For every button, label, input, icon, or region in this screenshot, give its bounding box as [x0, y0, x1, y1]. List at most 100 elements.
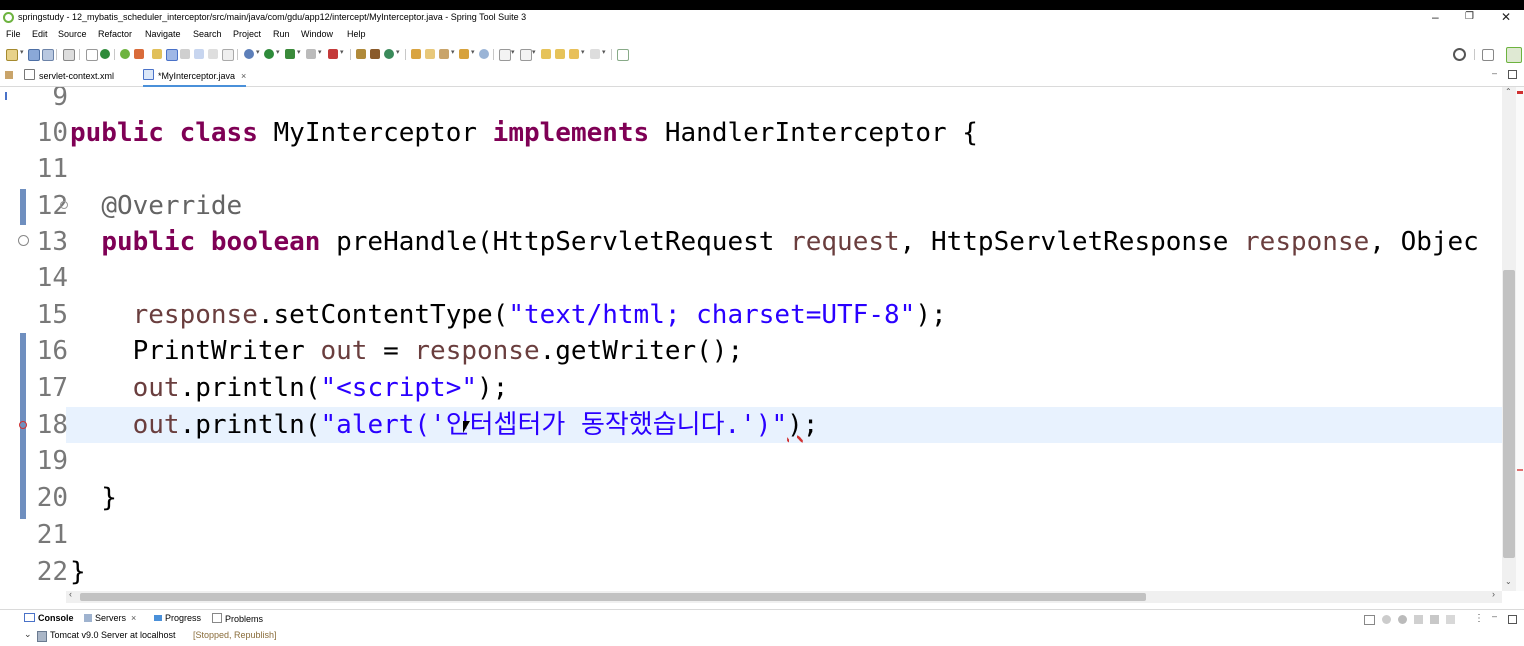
horizontal-scroll-thumb[interactable] — [80, 593, 1146, 601]
search-dropdown-icon[interactable]: ▾ — [451, 48, 455, 56]
open-task-icon[interactable] — [425, 49, 435, 59]
open-type-icon[interactable] — [411, 49, 421, 59]
start-server-panel-icon[interactable] — [1398, 615, 1407, 624]
last-edit-location-icon[interactable] — [541, 49, 551, 59]
close-button[interactable]: ✕ — [1501, 10, 1511, 24]
tab-servlet-context[interactable]: servlet-context.xml — [24, 69, 114, 85]
spring-perspective-icon[interactable] — [1506, 47, 1522, 63]
run-dropdown-icon[interactable]: ▾ — [276, 48, 280, 56]
menu-window[interactable]: Window — [301, 29, 333, 39]
scroll-down-icon[interactable]: ⌄ — [1505, 577, 1512, 586]
new-java-project-icon[interactable] — [356, 49, 366, 59]
menu-file[interactable]: File — [6, 29, 21, 39]
debug-dropdown-icon[interactable]: ▾ — [256, 48, 260, 56]
start-server-icon[interactable] — [100, 49, 110, 59]
error-overview-mark[interactable] — [1517, 469, 1523, 471]
boot-dashboard-icon[interactable] — [152, 49, 162, 59]
maximize-button[interactable]: ❐ — [1465, 11, 1474, 22]
terminal-icon[interactable] — [63, 49, 75, 61]
tab-myinterceptor[interactable]: *MyInterceptor.java × — [143, 69, 247, 87]
menu-run[interactable]: Run — [273, 29, 290, 39]
back-icon[interactable] — [569, 49, 579, 59]
spring-icon[interactable] — [120, 49, 130, 59]
open-perspective-icon[interactable] — [459, 49, 469, 59]
next-edit-location-icon[interactable] — [555, 49, 565, 59]
word-wrap-icon[interactable] — [208, 49, 218, 59]
next-annotation-dropdown-icon[interactable]: ▾ — [511, 48, 515, 56]
maximize-panel-icon[interactable] — [1508, 615, 1517, 624]
stop-icon[interactable] — [306, 49, 316, 59]
close-tab-icon[interactable]: × — [241, 71, 246, 81]
new-class-dropdown-icon[interactable]: ▾ — [396, 48, 400, 56]
new-class-icon[interactable] — [384, 49, 394, 59]
scroll-right-icon[interactable]: › — [1492, 589, 1495, 599]
profile-server-icon[interactable] — [1414, 615, 1423, 624]
horizontal-scrollbar[interactable]: ‹ › — [66, 589, 1502, 603]
stop-dropdown-icon[interactable]: ▾ — [318, 48, 322, 56]
scroll-up-icon[interactable]: ⌃ — [1505, 87, 1512, 96]
server-list-item[interactable]: ⌄ Tomcat v9.0 Server at localhost [Stopp… — [0, 628, 1524, 644]
overview-ruler[interactable] — [1516, 87, 1524, 591]
tab-progress[interactable]: Progress — [154, 613, 201, 623]
publish-icon[interactable] — [1446, 615, 1455, 624]
external-tools-dropdown-icon[interactable]: ▾ — [340, 48, 344, 56]
minimize-editor-icon[interactable]: – — [1492, 68, 1497, 78]
refresh-icon[interactable] — [134, 49, 144, 59]
menu-source[interactable]: Source — [58, 29, 87, 39]
close-tab-icon[interactable]: × — [131, 613, 136, 623]
start-debug-server-icon[interactable] — [1382, 615, 1391, 624]
toggle-mark-icon[interactable] — [180, 49, 190, 59]
run-icon[interactable] — [264, 49, 274, 59]
menu-search[interactable]: Search — [193, 29, 222, 39]
coverage-dropdown-icon[interactable]: ▾ — [297, 48, 301, 56]
menu-edit[interactable]: Edit — [32, 29, 48, 39]
search-tool-icon[interactable] — [439, 49, 449, 59]
next-annotation-icon[interactable] — [499, 49, 511, 61]
expand-caret-icon[interactable]: ⌄ — [24, 629, 32, 640]
package-explorer-minimized-icon[interactable] — [5, 71, 13, 79]
scroll-left-icon[interactable]: ‹ — [69, 589, 72, 599]
collapse-all-icon[interactable] — [1364, 615, 1375, 625]
new-file-icon[interactable] — [6, 49, 18, 61]
back-dropdown-icon[interactable]: ▾ — [581, 48, 585, 56]
skip-breakpoints-icon[interactable] — [86, 49, 98, 61]
save-icon[interactable] — [28, 49, 40, 61]
previous-annotation-dropdown-icon[interactable]: ▾ — [532, 48, 536, 56]
new-package-icon[interactable] — [370, 49, 380, 59]
stop-server-icon[interactable] — [1430, 615, 1439, 624]
new-dropdown-icon[interactable]: ▾ — [20, 48, 24, 56]
error-overview-mark[interactable] — [1517, 91, 1523, 94]
coverage-icon[interactable] — [285, 49, 295, 59]
maximize-editor-icon[interactable] — [1508, 70, 1517, 79]
forward-dropdown-icon[interactable]: ▾ — [602, 48, 606, 56]
tab-servers[interactable]: Servers × — [84, 613, 136, 623]
minimize-button[interactable]: – — [1432, 10, 1439, 24]
vertical-scroll-thumb[interactable] — [1503, 270, 1515, 558]
globe-icon[interactable] — [479, 49, 489, 59]
debug-icon[interactable] — [244, 49, 254, 59]
previous-annotation-icon[interactable] — [520, 49, 532, 61]
tab-problems[interactable]: Problems — [212, 613, 263, 624]
view-menu-icon[interactable]: ⋮ — [1474, 613, 1484, 624]
fold-toggle-icon[interactable] — [60, 201, 68, 209]
perspective-dropdown-icon[interactable]: ▾ — [471, 48, 475, 56]
open-perspective-button-icon[interactable] — [1482, 49, 1494, 61]
menu-navigate[interactable]: Navigate — [145, 29, 181, 39]
pin-editor-icon[interactable] — [617, 49, 629, 61]
menu-refactor[interactable]: Refactor — [98, 29, 132, 39]
outline-minimized-icon[interactable] — [5, 92, 13, 100]
code-text: public boolean preHandle(HttpServletRequ… — [101, 227, 1479, 257]
block-selection-icon[interactable] — [194, 49, 204, 59]
tab-console[interactable]: Console — [24, 613, 74, 623]
vertical-scrollbar[interactable]: ⌃ ⌄ — [1502, 87, 1516, 591]
whitespace-icon[interactable] — [222, 49, 234, 61]
save-all-icon[interactable] — [42, 49, 54, 61]
minimize-panel-icon[interactable]: – — [1492, 611, 1497, 621]
forward-icon[interactable] — [590, 49, 600, 59]
menu-help[interactable]: Help — [347, 29, 366, 39]
code-editor[interactable]: 9 10 public class MyInterceptor implemen… — [16, 87, 1502, 591]
highlight-icon[interactable] — [166, 49, 178, 61]
search-icon[interactable] — [1453, 48, 1466, 61]
menu-project[interactable]: Project — [233, 29, 261, 39]
external-tools-icon[interactable] — [328, 49, 338, 59]
